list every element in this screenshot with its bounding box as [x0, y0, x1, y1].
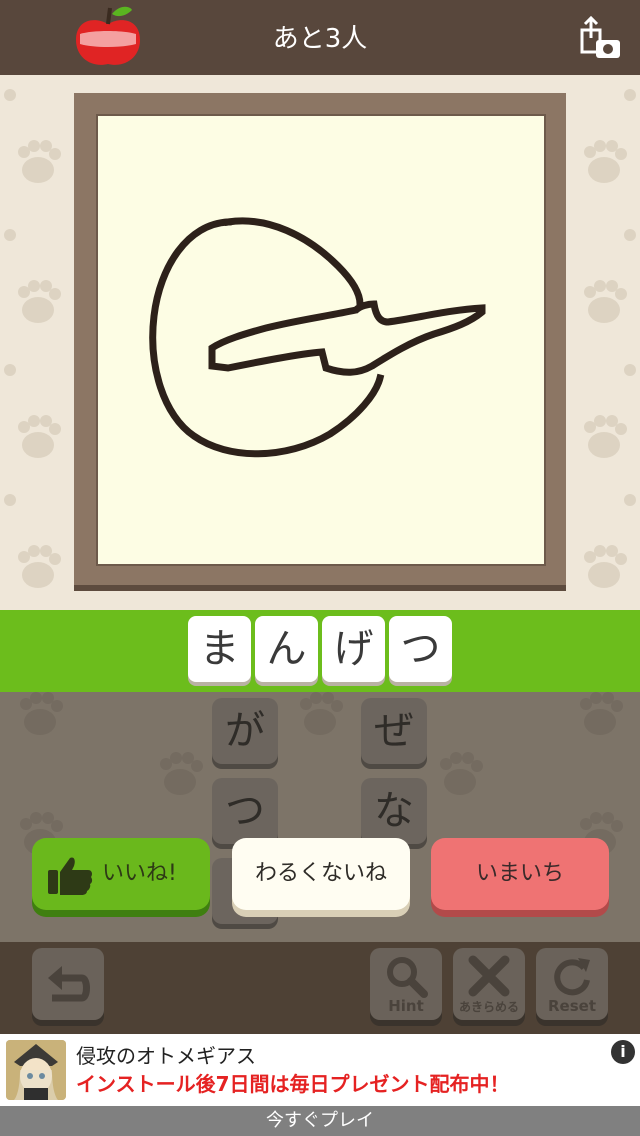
top-bar: あと3人	[0, 0, 640, 75]
answer-tile[interactable]: げ	[322, 616, 385, 682]
ad-banner[interactable]: 侵攻のオトメギアス インストール後7日間は毎日プレゼント配布中！ i 今すぐプレ…	[0, 1034, 640, 1136]
bottom-toolbar: Hint あきらめる Reset	[0, 942, 640, 1034]
ad-app-icon[interactable]	[6, 1040, 66, 1100]
undo-arrow-icon	[48, 966, 90, 1002]
letter-tile[interactable]: が	[212, 698, 278, 764]
magnifier-icon	[387, 957, 428, 998]
reset-label: Reset	[548, 997, 596, 1015]
refresh-icon	[554, 958, 590, 996]
info-icon[interactable]: i	[611, 1040, 635, 1064]
give-up-label: あきらめる	[458, 1000, 519, 1014]
hint-label: Hint	[388, 997, 424, 1015]
drawing-canvas	[96, 114, 546, 566]
letter-tile[interactable]: つ	[212, 778, 278, 844]
undo-button[interactable]	[32, 948, 104, 1020]
game-character-icon	[6, 1040, 66, 1100]
share-camera-icon[interactable]	[578, 14, 624, 60]
letter-tile[interactable]: な	[361, 778, 427, 844]
answer-tile[interactable]: つ	[389, 616, 452, 682]
ad-title: 侵攻のオトメギアス	[76, 1044, 256, 1068]
like-label: いいね!	[102, 861, 177, 886]
letter-tile[interactable]: ぜ	[361, 698, 427, 764]
ad-description: インストール後7日間は毎日プレゼント配布中！	[76, 1072, 510, 1096]
meh-button[interactable]: いまいち	[431, 838, 609, 910]
answer-tile[interactable]: ま	[188, 616, 251, 682]
close-icon	[468, 955, 510, 997]
thumbs-up-icon	[48, 857, 93, 895]
give-up-button[interactable]: あきらめる	[453, 948, 525, 1020]
answer-area: ま ん げ つ	[0, 610, 640, 692]
drawing-image	[149, 217, 486, 458]
answer-tile[interactable]: ん	[255, 616, 318, 682]
play-now-button[interactable]: 今すぐプレイ	[0, 1106, 640, 1136]
not-bad-button[interactable]: わるくないね	[232, 838, 410, 910]
like-button[interactable]: いいね!	[32, 838, 210, 910]
hint-button[interactable]: Hint	[370, 948, 442, 1020]
reset-button[interactable]: Reset	[536, 948, 608, 1020]
remaining-players-title: あと3人	[272, 24, 368, 54]
